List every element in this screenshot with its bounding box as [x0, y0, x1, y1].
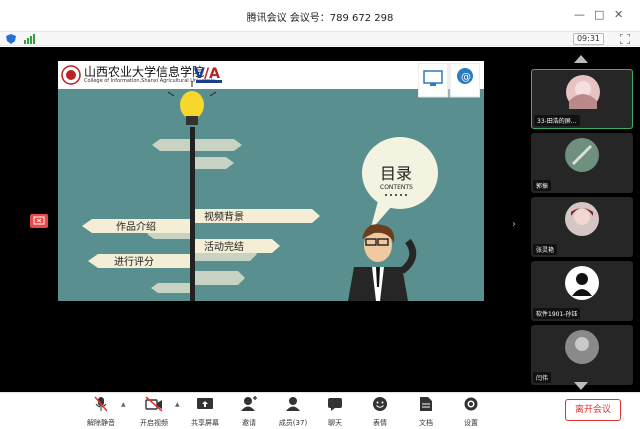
avatar	[565, 138, 599, 172]
window-title: 腾讯会议 会议号：789 672 298	[246, 13, 394, 24]
invite-button[interactable]: 邀请	[229, 396, 269, 428]
avatar	[565, 330, 599, 364]
meeting-timer: 09:31	[572, 33, 604, 45]
unmute-button[interactable]: 解除静音	[81, 396, 121, 428]
sign-text-1: 作品介绍	[116, 220, 156, 233]
unmute-label: 解除静音	[87, 419, 115, 427]
invite-icon	[241, 396, 257, 411]
participant-tile[interactable]: 软件1901-孙钰	[531, 261, 633, 321]
slide-illustration: 作品介绍 视频背景 活动完结 进行评分 目录 CONTENTS	[82, 81, 438, 301]
settings-label: 设置	[464, 419, 478, 427]
audio-options-icon[interactable]: ▲	[121, 401, 126, 408]
close-button[interactable]: ✕	[614, 8, 623, 22]
fullscreen-icon[interactable]	[620, 34, 630, 44]
microphone-muted-icon	[94, 396, 108, 412]
start-video-button[interactable]: 开启视频	[134, 396, 174, 428]
members-icon	[286, 397, 300, 411]
settings-button[interactable]: 设置	[451, 396, 491, 428]
presentation-slide: 山西农业大学信息学院 College of Information,Shanxi…	[58, 61, 484, 301]
minimize-button[interactable]: —	[574, 8, 585, 22]
chat-button[interactable]: 聊天	[315, 396, 355, 428]
share-screen-label: 共享屏幕	[191, 419, 219, 427]
avatar	[565, 266, 599, 300]
shield-icon[interactable]	[6, 34, 16, 44]
sign-text-3: 活动完结	[204, 240, 244, 253]
toc-subtitle: CONTENTS	[380, 184, 413, 191]
participant-name: 闫伟	[533, 372, 552, 383]
participant-name: 33-田浩的屏...	[534, 115, 580, 126]
leave-meeting-button[interactable]: 离开会议	[565, 399, 621, 421]
start-video-label: 开启视频	[140, 419, 168, 427]
members-button[interactable]: 成员(37)	[273, 396, 313, 428]
title-bar: 腾讯会议 会议号：789 672 298 — □ ✕	[0, 0, 640, 32]
sign-text-2: 视频背景	[204, 210, 244, 223]
invite-label: 邀请	[242, 419, 256, 427]
status-bar: 09:31	[0, 32, 640, 46]
reactions-button[interactable]: 表情	[360, 396, 400, 428]
toc-title: 目录	[380, 164, 412, 183]
maximize-button[interactable]: □	[594, 8, 604, 22]
settings-icon	[464, 397, 478, 411]
participant-name: 郭振	[533, 180, 552, 191]
participant-tile[interactable]: 闫伟	[531, 325, 633, 385]
participant-tile[interactable]: 张灵艳	[531, 197, 633, 257]
share-screen-button[interactable]: 共享屏幕	[185, 396, 225, 428]
document-icon	[420, 397, 432, 411]
reactions-label: 表情	[373, 419, 387, 427]
participant-tile[interactable]: 郭振	[531, 133, 633, 193]
members-label: 成员(37)	[278, 419, 308, 427]
signal-icon[interactable]	[24, 34, 36, 44]
camera-off-icon	[145, 396, 163, 412]
video-options-icon[interactable]: ▲	[175, 401, 180, 408]
emoji-icon	[373, 397, 387, 411]
avatar	[566, 75, 600, 109]
participant-name: 张灵艳	[533, 244, 558, 255]
chat-icon	[328, 398, 342, 411]
documents-label: 文档	[419, 419, 433, 427]
share-screen-icon	[197, 398, 213, 409]
avatar	[565, 202, 599, 236]
documents-button[interactable]: 文档	[406, 396, 446, 428]
participant-sidebar: 33-田浩的屏... 郭振 张灵艳 软件1901-孙钰 闫伟	[527, 47, 640, 392]
scroll-down-icon[interactable]	[574, 382, 588, 390]
scroll-up-icon[interactable]	[574, 55, 588, 63]
sign-text-4: 进行评分	[114, 255, 154, 268]
expand-sidebar-icon[interactable]: ›	[512, 219, 516, 230]
screen-share-indicator-icon[interactable]	[30, 214, 48, 228]
chat-label: 聊天	[328, 419, 342, 427]
meeting-toolbar: 解除静音 ▲ 开启视频 ▲ 共享屏幕 邀请 成员(37) 聊天 表情 文档 设置…	[0, 392, 640, 429]
participant-tile[interactable]: 33-田浩的屏...	[531, 69, 633, 129]
participant-name: 软件1901-孙钰	[533, 308, 581, 319]
